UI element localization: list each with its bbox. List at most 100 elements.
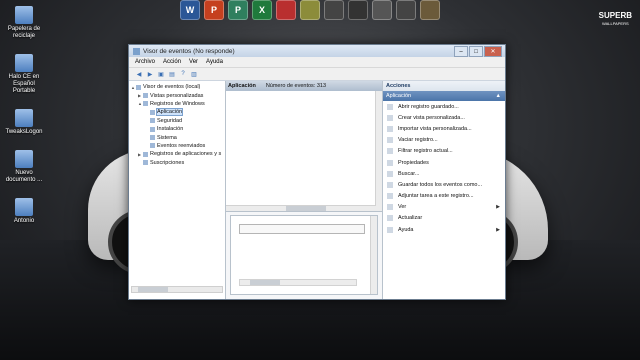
action-item[interactable]: Filtrar registro actual... [383,146,505,157]
desktop-shortcut[interactable]: Halo CE en Español Portable [2,54,46,95]
tree-item-label: Instalación [157,126,184,133]
details-horizontal-scrollbar[interactable] [239,279,357,286]
action-item[interactable]: Abrir registro guardado... [383,101,505,112]
taskbar-app-icon[interactable]: X [252,0,272,20]
submenu-arrow-icon: ▶ [496,204,500,211]
action-icon [387,114,393,121]
tree-item[interactable]: Sistema [129,133,225,141]
taskbar-app-icon[interactable] [348,0,368,20]
action-pane-icon[interactable]: ▥ [190,70,198,78]
action-icon [387,137,393,144]
shortcut-label: TweaksLogon [5,129,43,135]
event-list[interactable] [226,91,382,212]
desktop-shortcut[interactable]: Nuevo documento ... [2,150,46,184]
event-details-panel [230,215,378,295]
tree-item[interactable]: ▶ Vistas personalizadas [129,91,225,99]
tree-item[interactable]: Eventos reenviados [129,142,225,150]
action-item[interactable]: Guardar todos los eventos como... [383,179,505,190]
tree-item[interactable]: Seguridad [129,117,225,125]
help-icon[interactable]: ? [179,70,187,78]
menu-item[interactable]: Ver [189,59,198,65]
action-item[interactable]: Propiedades [383,157,505,168]
forward-arrow-icon[interactable]: ▶ [146,70,154,78]
action-icon [387,125,393,132]
tree-item-label: Sistema [157,134,177,141]
log-icon [150,135,155,141]
action-label: Abrir registro guardado... [398,103,459,110]
event-viewer-window[interactable]: Visor de eventos (No responde) – □ ✕ Arc… [128,44,506,300]
maximize-button[interactable]: □ [469,46,483,57]
tree-item-label: Suscripciones [150,159,185,166]
title-bar[interactable]: Visor de eventos (No responde) – □ ✕ [129,45,505,57]
actions-header: Acciones [383,81,505,91]
brand-main: SUPERB [598,11,632,20]
action-item[interactable]: Ver ▶ [383,202,505,213]
action-item[interactable]: Adjuntar tarea a este registro... [383,191,505,202]
tree-item[interactable]: Aplicación [129,108,225,117]
action-item[interactable]: Vaciar registro... [383,135,505,146]
taskbar-app-icon[interactable] [372,0,392,20]
tree-item[interactable]: Suscripciones [129,159,225,167]
back-arrow-icon[interactable]: ◀ [135,70,143,78]
collapse-arrow-icon: ▲ [495,93,501,99]
action-item[interactable]: Crear vista personalizada... [383,112,505,123]
taskbar-app-icon[interactable] [396,0,416,20]
event-details-field[interactable] [239,224,365,234]
action-item[interactable]: Ayuda ▶ [383,224,505,235]
log-icon [150,126,155,132]
tree-item-label: Aplicación [155,108,184,117]
action-icon [387,193,393,200]
actions-section-aplicacion[interactable]: Aplicación ▲ [383,91,505,101]
minimize-button[interactable]: – [454,46,468,57]
taskbar-app-icon[interactable] [276,0,296,20]
details-vertical-scrollbar[interactable] [370,216,377,294]
taskbar: WPPX [180,0,440,22]
log-name: Aplicación [228,83,256,89]
action-label: Adjuntar tarea a este registro... [398,193,474,200]
action-label: Propiedades [398,159,429,166]
tree-item-label: Vistas personalizadas [150,92,204,99]
tree-item-label: Seguridad [157,117,183,124]
taskbar-app-icon[interactable]: W [180,0,200,20]
tree-item-label: Registros de aplicaciones y s [150,151,222,158]
desktop-shortcut[interactable]: Papelera de reciclaje [2,6,46,40]
console-tree-icon[interactable]: ▤ [168,70,176,78]
taskbar-app-icon[interactable] [324,0,344,20]
shortcut-icon [15,6,33,24]
action-label: Filtrar registro actual... [398,148,453,155]
console-tree: ▲ Visor de eventos (local) ▶ Vistas persona… [129,81,226,299]
taskbar-app-icon[interactable]: P [204,0,224,20]
log-icon [150,143,155,149]
tree-item[interactable]: Instalación [129,125,225,133]
taskbar-app-icon[interactable] [420,0,440,20]
tree-item-label: Registros de Windows [150,100,205,107]
log-icon [143,151,148,157]
tree-item[interactable]: ▲ Registros de Windows [129,100,225,108]
event-viewer-icon [133,47,140,55]
menu-item[interactable]: Archivo [135,59,155,65]
actions-section-label: Aplicación [386,93,412,99]
desktop-icons: Papelera de reciclaje Halo CE en Español … [2,6,46,239]
brand-sub: WALLPAPERS [601,21,629,26]
action-icon [387,103,393,110]
actions-pane: Acciones Aplicación ▲ Abrir registro gua… [383,81,505,299]
action-item[interactable]: Importar vista personalizada... [383,123,505,134]
event-list-horizontal-scrollbar[interactable] [226,205,376,211]
action-item[interactable]: Actualizar [383,213,505,224]
event-list-vertical-scrollbar[interactable] [375,91,382,211]
folder-icon[interactable]: ▣ [157,70,165,78]
desktop-shortcut[interactable]: Antonio [2,198,46,225]
menu-item[interactable]: Acción [163,59,181,65]
menu-bar: Archivo Acción Ver Ayuda [129,57,505,68]
toolbar: ◀ ▶ ▣ ▤ ? ▥ [129,68,505,81]
desktop-shortcut[interactable]: TweaksLogon [2,109,46,136]
close-button[interactable]: ✕ [484,46,502,57]
tree-item[interactable]: ▶ Registros de aplicaciones y s [129,150,225,158]
log-icon [143,93,148,99]
menu-item[interactable]: Ayuda [206,59,223,65]
taskbar-app-icon[interactable]: P [228,0,248,20]
taskbar-app-icon[interactable] [300,0,320,20]
tree-item[interactable]: ▲ Visor de eventos (local) [129,83,225,91]
tree-horizontal-scrollbar[interactable] [131,286,223,293]
action-item[interactable]: Buscar... [383,168,505,179]
